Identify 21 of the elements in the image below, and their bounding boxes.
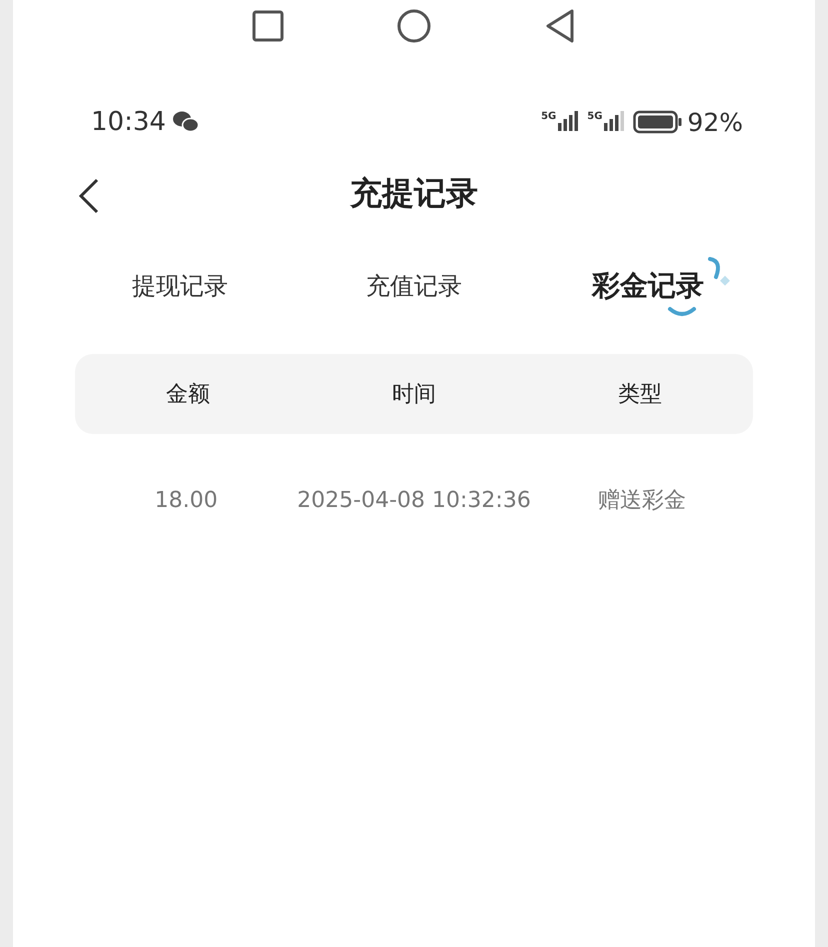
table-cell-text: 赠送彩金 xyxy=(598,487,686,515)
tab[interactable]: 充值记录 xyxy=(362,266,466,306)
battery-percent: 92% xyxy=(687,108,743,136)
network-label: 5G xyxy=(541,111,556,122)
tab[interactable]: 彩金记录 xyxy=(588,263,708,309)
table-cell: 18.00 xyxy=(154,488,218,512)
tab[interactable]: 提现记录 xyxy=(128,266,232,306)
column-header: 时间 xyxy=(392,381,436,409)
page-title: 充提记录 xyxy=(350,173,478,214)
square-icon[interactable] xyxy=(252,10,284,42)
signal-icon xyxy=(603,111,626,133)
signal-icon xyxy=(557,111,580,133)
battery-icon xyxy=(633,110,684,134)
column-header: 金额 xyxy=(166,381,210,409)
network-label: 5G xyxy=(587,111,602,122)
status-time: 10:34 xyxy=(91,107,166,137)
back-icon[interactable] xyxy=(544,8,576,44)
column-header: 类型 xyxy=(618,381,662,409)
home-icon[interactable] xyxy=(396,8,432,44)
table-cell: 2025-04-08 10:32:36 xyxy=(297,488,531,512)
chat-icon xyxy=(172,110,200,134)
